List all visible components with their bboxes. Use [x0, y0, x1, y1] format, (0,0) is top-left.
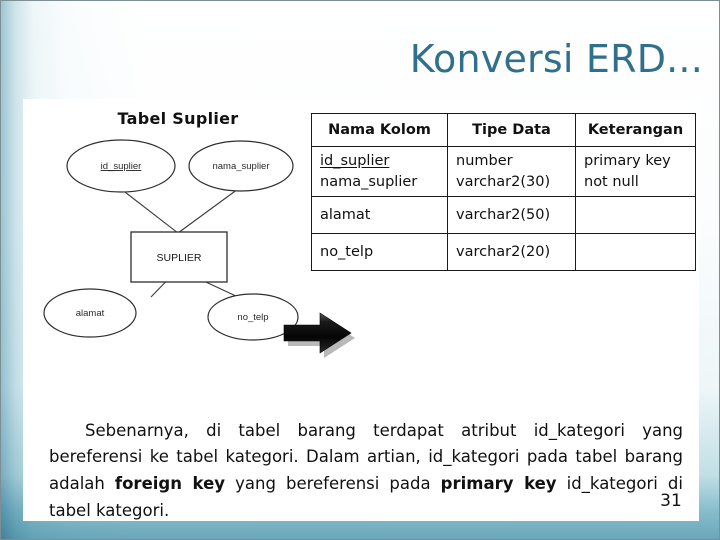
cell-keterangan-group: primary key not null	[575, 145, 696, 198]
paragraph-part-2: yang bereferensi pada	[225, 473, 441, 493]
table-row: alamat varchar2(50)	[311, 196, 696, 235]
column-header-tipe-data: Tipe Data	[447, 113, 576, 147]
cell-stack: number varchar2(30)	[456, 151, 567, 192]
erd-conversion-figure: Tabel Suplier id_suplier nama_suplier SU…	[33, 101, 696, 358]
cell-tipe-data-group: number varchar2(30)	[447, 145, 576, 198]
erd-attribute-label: nama_suplier	[212, 161, 269, 172]
table-row: no_telp varchar2(20)	[311, 233, 696, 272]
table-header-row: Nama Kolom Tipe Data Keterangan	[311, 113, 696, 147]
erd-attribute-id-suplier: id_suplier	[66, 139, 176, 193]
cell-stack: primary key not null	[584, 151, 687, 192]
cell-value-not-null: not null	[584, 173, 639, 190]
column-header-nama-kolom: Nama Kolom	[311, 113, 448, 147]
cell-keterangan	[575, 196, 696, 235]
cell-value-type-number: number	[456, 153, 513, 169]
erd-attribute-label: id_suplier	[101, 161, 142, 172]
slide-title-bar: Konversi ERD...	[1, 31, 720, 87]
cell-value-primary-key: primary key	[584, 153, 671, 169]
column-spec-table: Nama Kolom Tipe Data Keterangan id_supli…	[311, 113, 696, 272]
body-paragraph: Sebenarnya, di tabel barang terdapat atr…	[49, 418, 683, 525]
erd-entity-suplier: SUPLIER	[130, 231, 228, 283]
cell-nama-kolom-group: id_suplier nama_suplier	[311, 145, 448, 198]
presentation-slide: Konversi ERD... Tabel Suplier id_suplier	[0, 0, 720, 540]
paragraph-bold-foreign-key: foreign key	[114, 473, 226, 493]
erd-attribute-nama-suplier: nama_suplier	[188, 140, 294, 192]
table-row: id_suplier nama_suplier number varchar2(…	[311, 145, 696, 198]
erd-attribute-alamat: alamat	[43, 288, 137, 338]
cell-keterangan	[575, 233, 696, 272]
cell-value-id-suplier: id_suplier	[320, 153, 390, 169]
page-number: 31	[660, 491, 682, 511]
cell-stack: id_suplier nama_suplier	[320, 151, 439, 192]
cell-value-type-varchar30: varchar2(30)	[456, 173, 551, 190]
conversion-arrow	[276, 305, 356, 363]
page-title: Konversi ERD...	[409, 37, 703, 81]
cell-nama-kolom: no_telp	[311, 233, 448, 272]
right-arrow-icon	[283, 312, 355, 358]
erd-attribute-label: alamat	[76, 308, 105, 319]
column-header-keterangan: Keterangan	[575, 113, 696, 147]
cell-tipe-data: varchar2(50)	[447, 196, 576, 235]
erd-entity-label: SUPLIER	[157, 252, 202, 264]
paragraph-bold-primary-key: primary key	[440, 473, 557, 493]
cell-nama-kolom: alamat	[311, 196, 448, 235]
cell-value-nama-suplier: nama_suplier	[320, 173, 418, 190]
cell-tipe-data: varchar2(20)	[447, 233, 576, 272]
erd-attribute-label: no_telp	[237, 312, 268, 323]
